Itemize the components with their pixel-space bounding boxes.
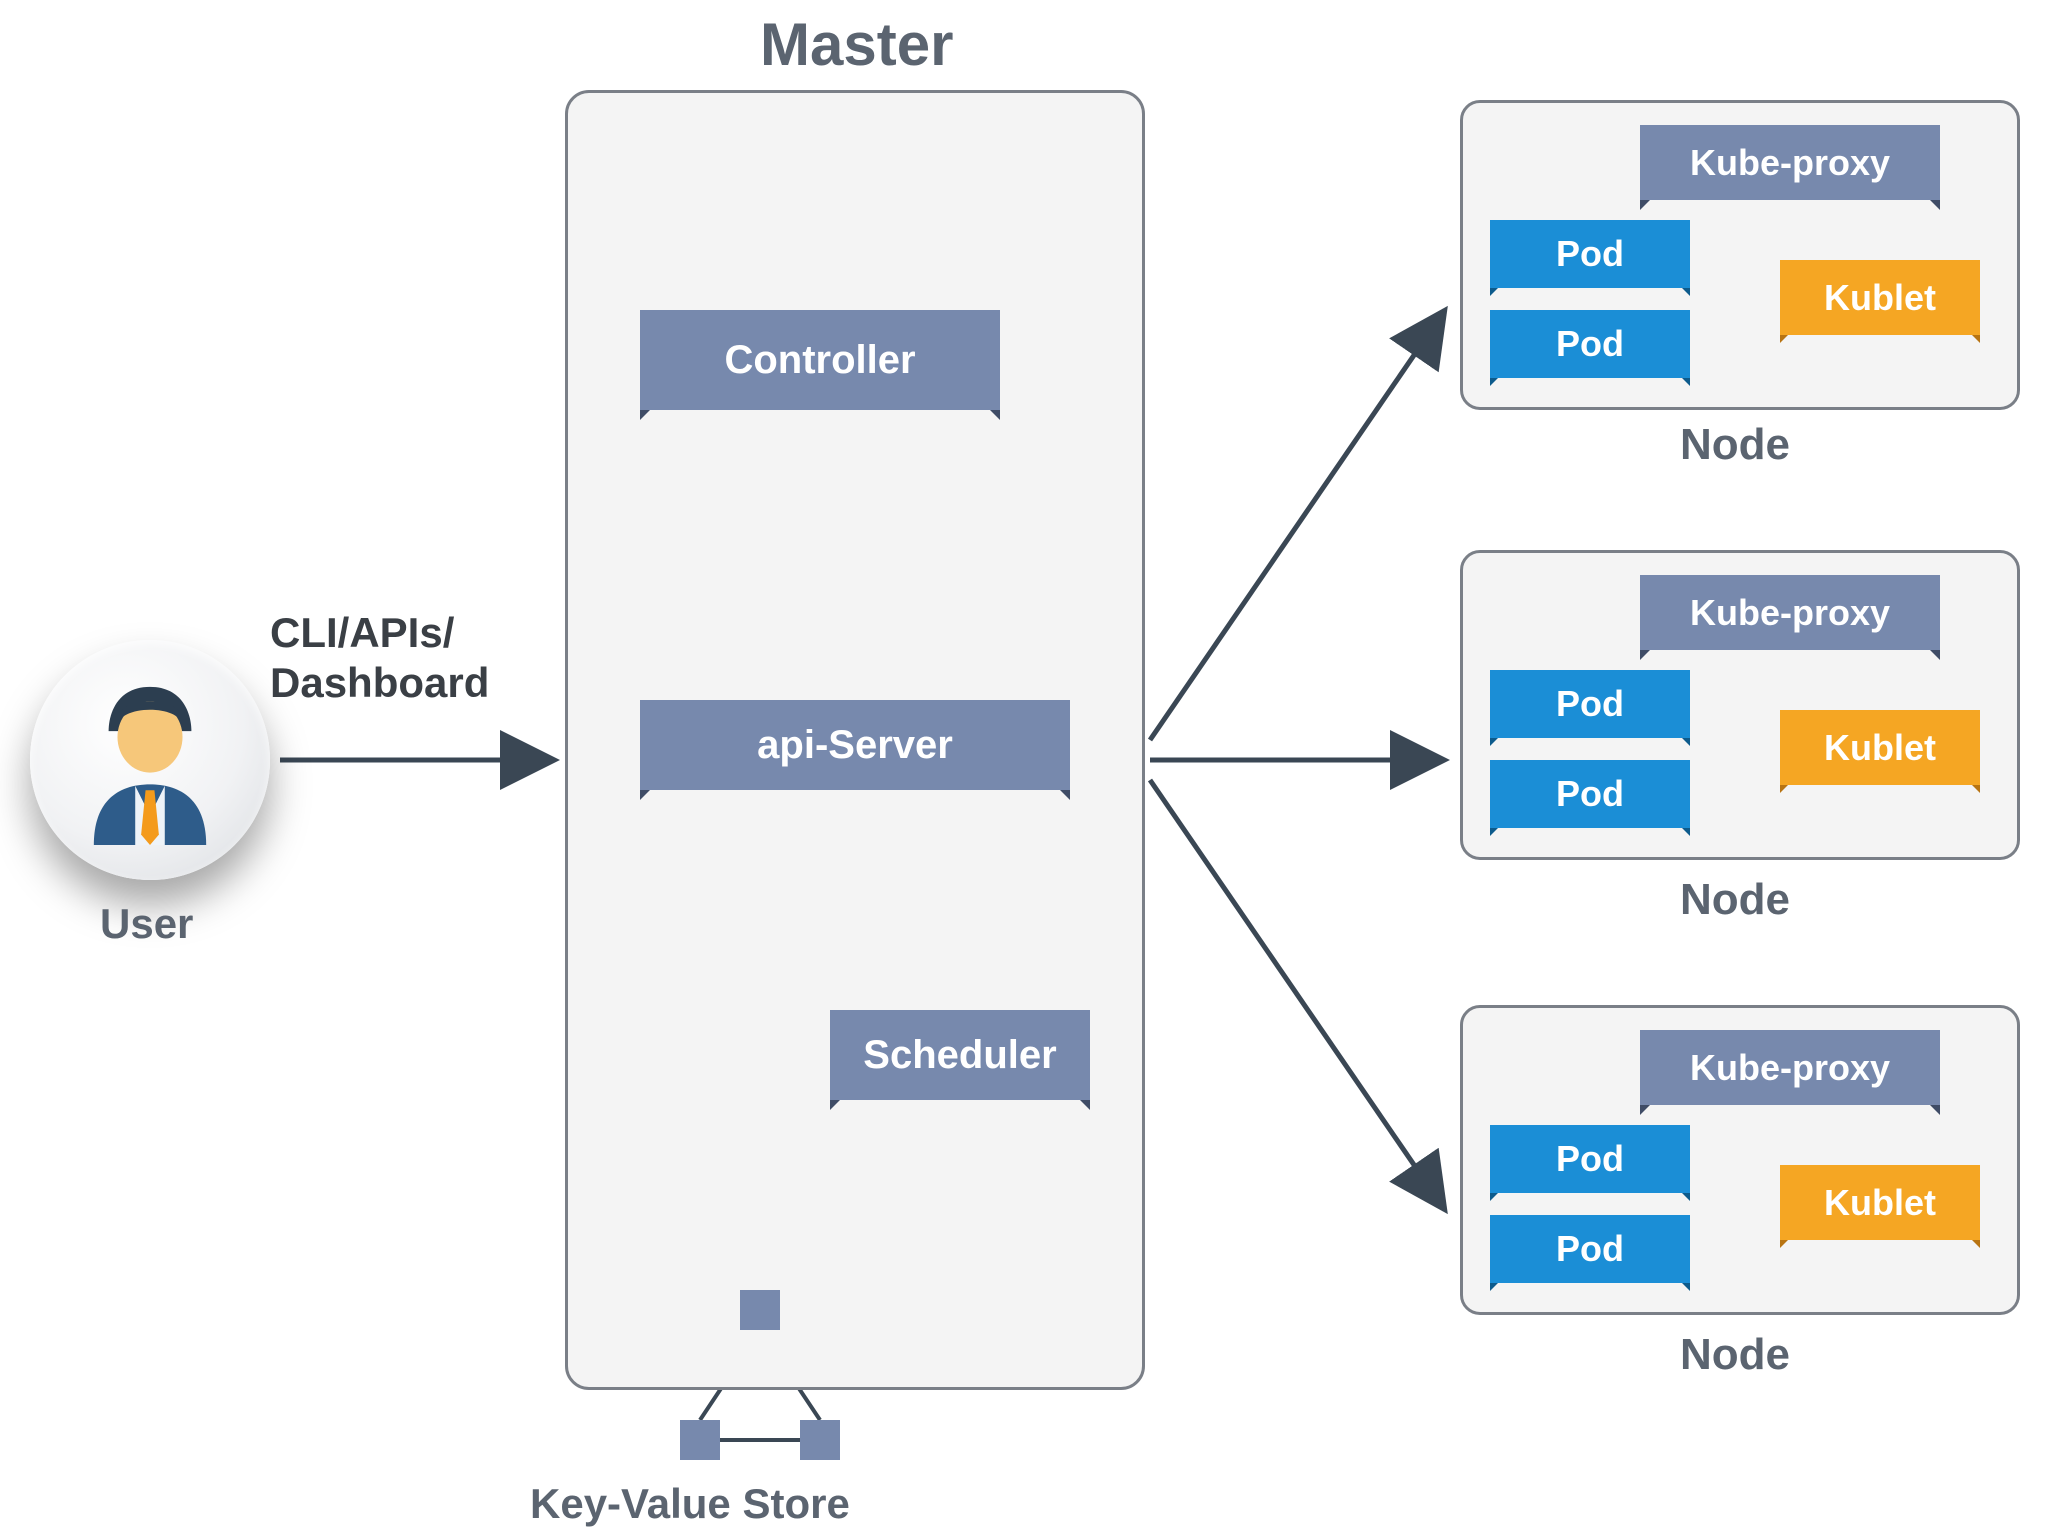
node-2-pod-1: Pod (1490, 670, 1690, 738)
cli-api-label: CLI/APIs/ Dashboard (270, 608, 489, 709)
node-3-label: Node (1680, 1330, 1790, 1380)
controller-box: Controller (640, 310, 1000, 410)
kv-top-square (740, 1290, 780, 1330)
diagram-canvas: Master User CLI/APIs/ Dashboard Controll… (0, 0, 2048, 1537)
master-title: Master (760, 10, 953, 79)
cli-line2: Dashboard (270, 659, 489, 706)
node-3-pod-2: Pod (1490, 1215, 1690, 1283)
node-1-pod-1: Pod (1490, 220, 1690, 288)
node-1-pod-2: Pod (1490, 310, 1690, 378)
user-icon (30, 640, 270, 880)
node-3-kublet: Kublet (1780, 1165, 1980, 1240)
cli-line1: CLI/APIs/ (270, 609, 454, 656)
kv-store-label: Key-Value Store (530, 1480, 850, 1528)
kv-left-square (680, 1420, 720, 1460)
user-label: User (100, 900, 193, 948)
node-2-kublet: Kublet (1780, 710, 1980, 785)
node-1-kube-proxy: Kube-proxy (1640, 125, 1940, 200)
node-3-kube-proxy: Kube-proxy (1640, 1030, 1940, 1105)
node-3-pod-1: Pod (1490, 1125, 1690, 1193)
node-2-label: Node (1680, 875, 1790, 925)
node-2-pod-2: Pod (1490, 760, 1690, 828)
scheduler-box: Scheduler (830, 1010, 1090, 1100)
kv-right-square (800, 1420, 840, 1460)
node-1-kublet: Kublet (1780, 260, 1980, 335)
person-icon (75, 675, 225, 845)
node-2-kube-proxy: Kube-proxy (1640, 575, 1940, 650)
node-1-label: Node (1680, 420, 1790, 470)
api-server-box: api-Server (640, 700, 1070, 790)
